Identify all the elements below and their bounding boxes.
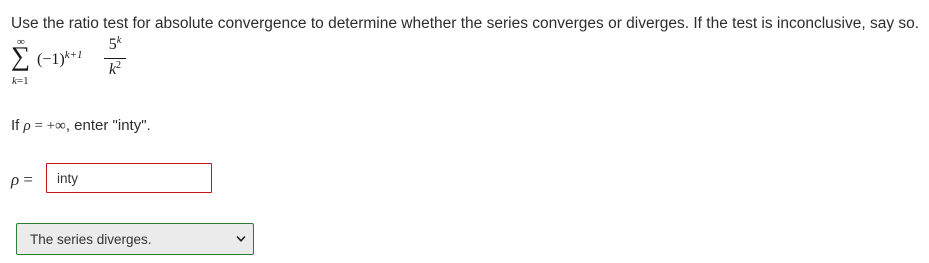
series-fraction: 5k k2 — [104, 35, 126, 80]
sign-term-exponent: k+1 — [64, 49, 83, 61]
sum-symbol: ∑ — [11, 41, 31, 71]
infinity-instruction-equals: = + — [30, 118, 56, 134]
fraction-numerator: 5k — [104, 35, 126, 57]
rho-field-label: ρ = — [11, 170, 33, 190]
infinity-instruction-suffix: , enter "inty". — [65, 117, 151, 134]
question-text: Use the ratio test for absolute converge… — [11, 15, 920, 32]
sign-term-base: (−1) — [37, 51, 65, 68]
sum-lower-limit: k=1 — [12, 75, 29, 87]
numerator-base: 5 — [108, 36, 117, 53]
infinity-symbol: ∞ — [55, 118, 66, 134]
rho-answer-input[interactable] — [46, 163, 212, 193]
numerator-exponent: k — [116, 35, 122, 46]
rho-symbol: ρ — [23, 118, 31, 134]
series-formula: ∞ ∑ k=1 (−1)k+1 5k k2 — [10, 35, 140, 93]
fraction-bar — [104, 58, 126, 59]
chevron-down-icon — [236, 236, 246, 242]
denominator-exponent: 2 — [116, 60, 122, 71]
rho-label-equals: = — [19, 170, 34, 189]
denominator-base: k — [108, 61, 117, 78]
fraction-denominator: k2 — [104, 60, 126, 80]
rho-label-symbol: ρ — [11, 170, 20, 189]
sum-index-start: 1 — [23, 75, 29, 87]
infinity-instruction: If ρ = +∞, enter "inty". — [11, 117, 151, 135]
infinity-instruction-prefix: If — [11, 117, 24, 134]
sign-term: (−1)k+1 — [37, 49, 83, 70]
conclusion-dropdown[interactable]: The series diverges. — [16, 223, 254, 255]
conclusion-selected-value: The series diverges. — [30, 232, 152, 247]
